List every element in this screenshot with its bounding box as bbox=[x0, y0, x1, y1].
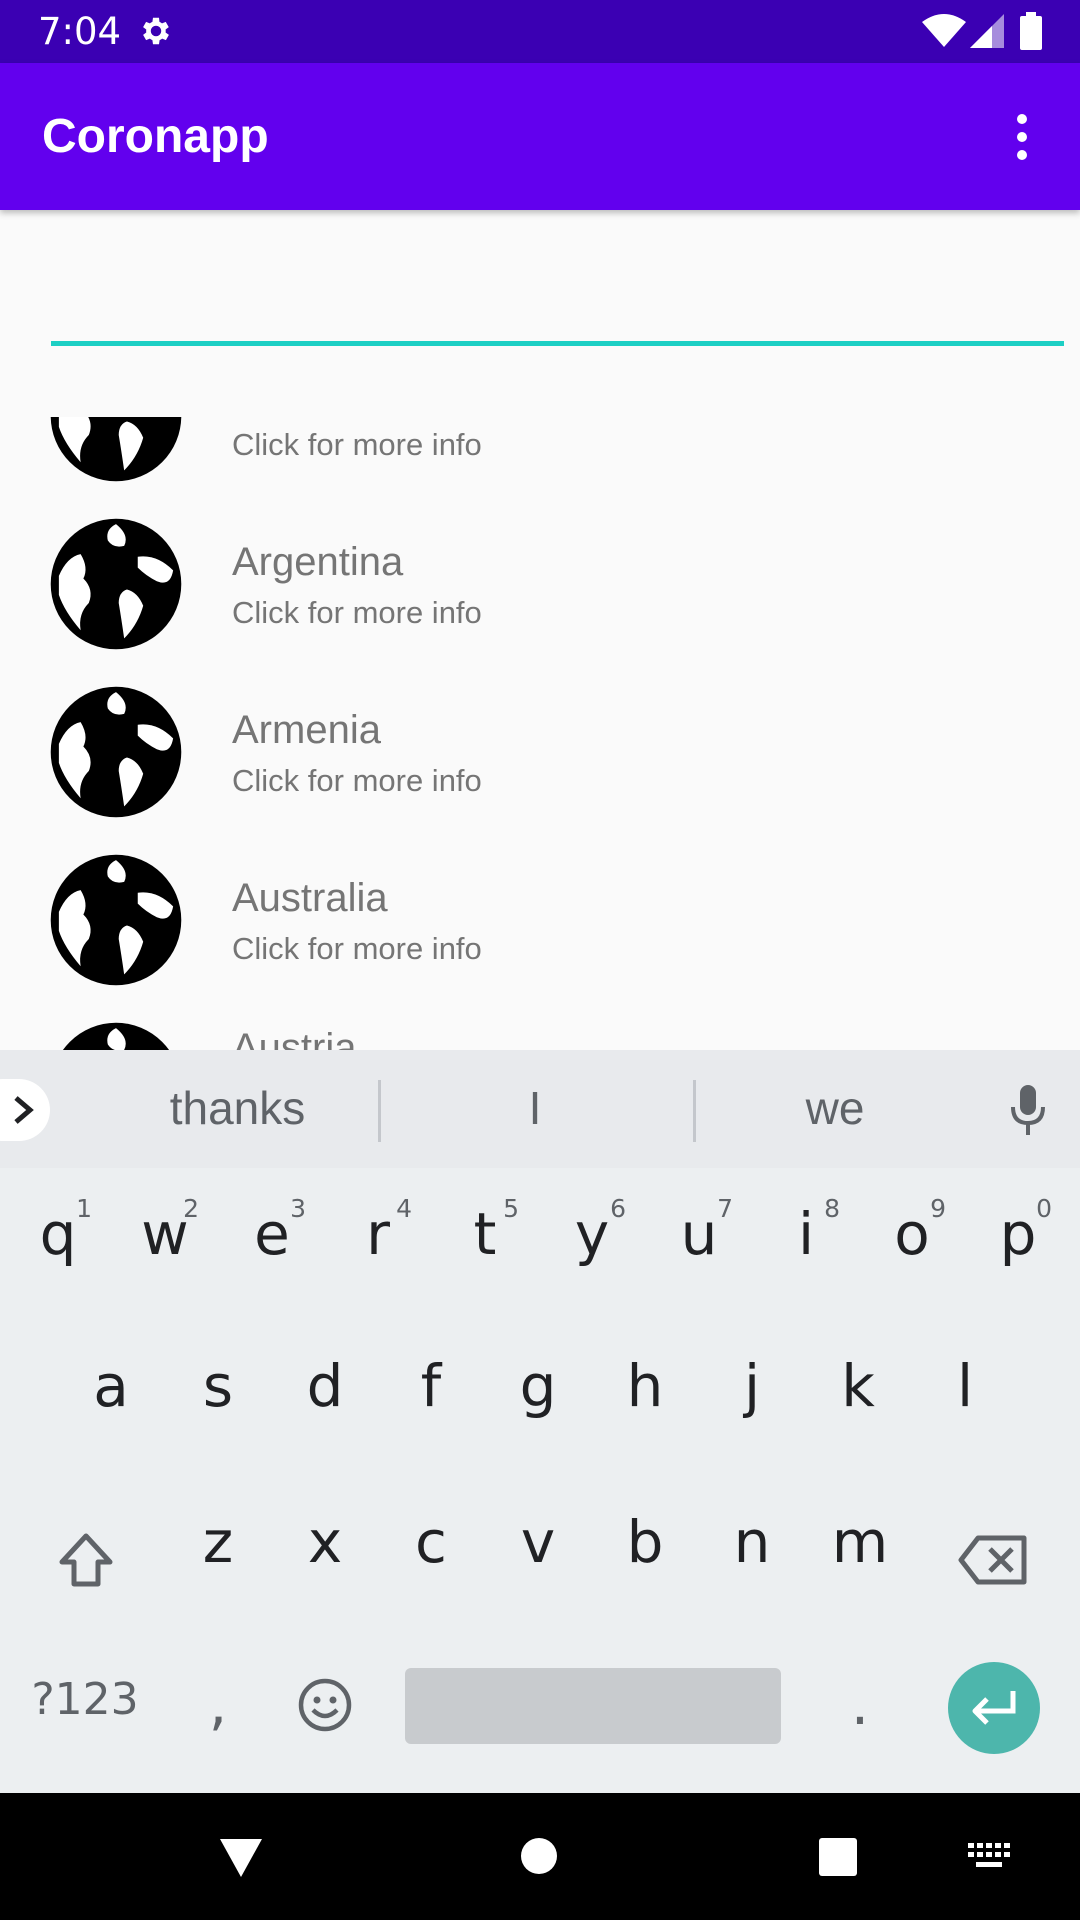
country-list[interactable]: Click for more info Argentina Click for … bbox=[0, 417, 1080, 1050]
key-e[interactable]: e3 bbox=[234, 1194, 310, 1270]
app-bar: Coronapp bbox=[0, 63, 1080, 210]
key-q[interactable]: q1 bbox=[20, 1194, 96, 1270]
key-d[interactable]: d bbox=[287, 1352, 363, 1422]
key-b[interactable]: b bbox=[607, 1508, 683, 1578]
suggestion-divider bbox=[378, 1080, 381, 1142]
back-icon[interactable] bbox=[218, 1837, 264, 1879]
signal-icon bbox=[970, 14, 1004, 48]
list-item[interactable]: Armenia Click for more info bbox=[0, 668, 1080, 836]
key-i[interactable]: i8 bbox=[768, 1194, 844, 1270]
item-subtitle: Click for more info bbox=[232, 931, 482, 966]
status-bar: 7:04 bbox=[0, 0, 1080, 63]
gear-icon bbox=[143, 17, 169, 45]
key-p[interactable]: p0 bbox=[980, 1194, 1056, 1270]
suggestion-1[interactable]: thanks bbox=[120, 1080, 355, 1136]
key-g[interactable]: g bbox=[500, 1352, 576, 1422]
space-key[interactable] bbox=[405, 1668, 781, 1744]
key-f[interactable]: f bbox=[393, 1352, 469, 1422]
key-s[interactable]: s bbox=[180, 1352, 256, 1422]
key-a[interactable]: a bbox=[73, 1352, 149, 1422]
item-subtitle: Click for more info bbox=[232, 427, 482, 462]
globe-icon bbox=[50, 686, 182, 818]
key-m[interactable]: m bbox=[820, 1508, 900, 1578]
backspace-icon[interactable] bbox=[958, 1534, 1028, 1586]
key-y[interactable]: y6 bbox=[554, 1194, 630, 1270]
list-item[interactable]: Argentina Click for more info bbox=[0, 500, 1080, 668]
enter-icon bbox=[972, 1691, 1016, 1725]
list-item[interactable]: Click for more info bbox=[0, 417, 1080, 500]
key-r[interactable]: r4 bbox=[340, 1194, 416, 1270]
globe-icon bbox=[62, 1022, 170, 1050]
more-vert-icon[interactable] bbox=[1004, 111, 1040, 163]
key-j[interactable]: j bbox=[714, 1352, 790, 1422]
key-h[interactable]: h bbox=[607, 1352, 683, 1422]
key-v[interactable]: v bbox=[500, 1508, 576, 1578]
key-k[interactable]: k bbox=[820, 1352, 896, 1422]
wifi-icon bbox=[922, 14, 966, 47]
enter-key[interactable] bbox=[948, 1662, 1040, 1754]
suggestion-2[interactable]: I bbox=[420, 1080, 650, 1136]
search-input[interactable] bbox=[51, 260, 1064, 346]
home-icon[interactable] bbox=[520, 1837, 558, 1875]
shift-icon[interactable] bbox=[56, 1530, 116, 1590]
key-comma[interactable]: , bbox=[180, 1670, 256, 1740]
key-c[interactable]: c bbox=[393, 1508, 469, 1578]
list-item[interactable]: Austria bbox=[0, 1004, 1080, 1050]
key-x[interactable]: x bbox=[287, 1508, 363, 1578]
suggestions-expand-button[interactable] bbox=[0, 1079, 50, 1141]
globe-icon bbox=[50, 518, 182, 650]
key-u[interactable]: u7 bbox=[661, 1194, 737, 1270]
key-o[interactable]: o9 bbox=[874, 1194, 950, 1270]
item-name: Argentina bbox=[232, 540, 404, 584]
microphone-icon[interactable] bbox=[1008, 1083, 1048, 1137]
navigation-bar bbox=[0, 1793, 1080, 1920]
key-period[interactable]: . bbox=[822, 1670, 898, 1740]
key-z[interactable]: z bbox=[180, 1508, 256, 1578]
globe-icon bbox=[50, 854, 182, 986]
battery-icon bbox=[1020, 12, 1042, 50]
suggestion-3[interactable]: we bbox=[720, 1080, 950, 1136]
app-title: Coronapp bbox=[42, 110, 269, 163]
key-n[interactable]: n bbox=[714, 1508, 790, 1578]
item-name: Australia bbox=[232, 876, 388, 920]
recents-icon[interactable] bbox=[818, 1837, 858, 1877]
item-name: Austria bbox=[232, 1026, 357, 1050]
keyboard: thanks I we q1 w2 e3 r4 t5 y6 u7 i8 o9 p… bbox=[0, 1050, 1080, 1793]
key-w[interactable]: w2 bbox=[127, 1194, 203, 1270]
item-name: Armenia bbox=[232, 708, 381, 752]
item-subtitle: Click for more info bbox=[232, 763, 482, 798]
key-t[interactable]: t5 bbox=[447, 1194, 523, 1270]
screen: 7:04 Coronapp Click for more info Argent… bbox=[0, 0, 1080, 1920]
item-subtitle: Click for more info bbox=[232, 595, 482, 630]
chevron-right-icon bbox=[14, 1096, 34, 1124]
symbols-key[interactable]: ?123 bbox=[20, 1674, 150, 1744]
suggestion-bar: thanks I we bbox=[0, 1050, 1080, 1168]
globe-icon bbox=[50, 417, 182, 482]
suggestion-divider bbox=[693, 1080, 696, 1142]
keyboard-switch-icon[interactable] bbox=[968, 1843, 1012, 1871]
key-l[interactable]: l bbox=[927, 1352, 1003, 1422]
emoji-icon[interactable] bbox=[298, 1678, 352, 1732]
status-time: 7:04 bbox=[38, 10, 122, 53]
list-item[interactable]: Australia Click for more info bbox=[0, 836, 1080, 1004]
